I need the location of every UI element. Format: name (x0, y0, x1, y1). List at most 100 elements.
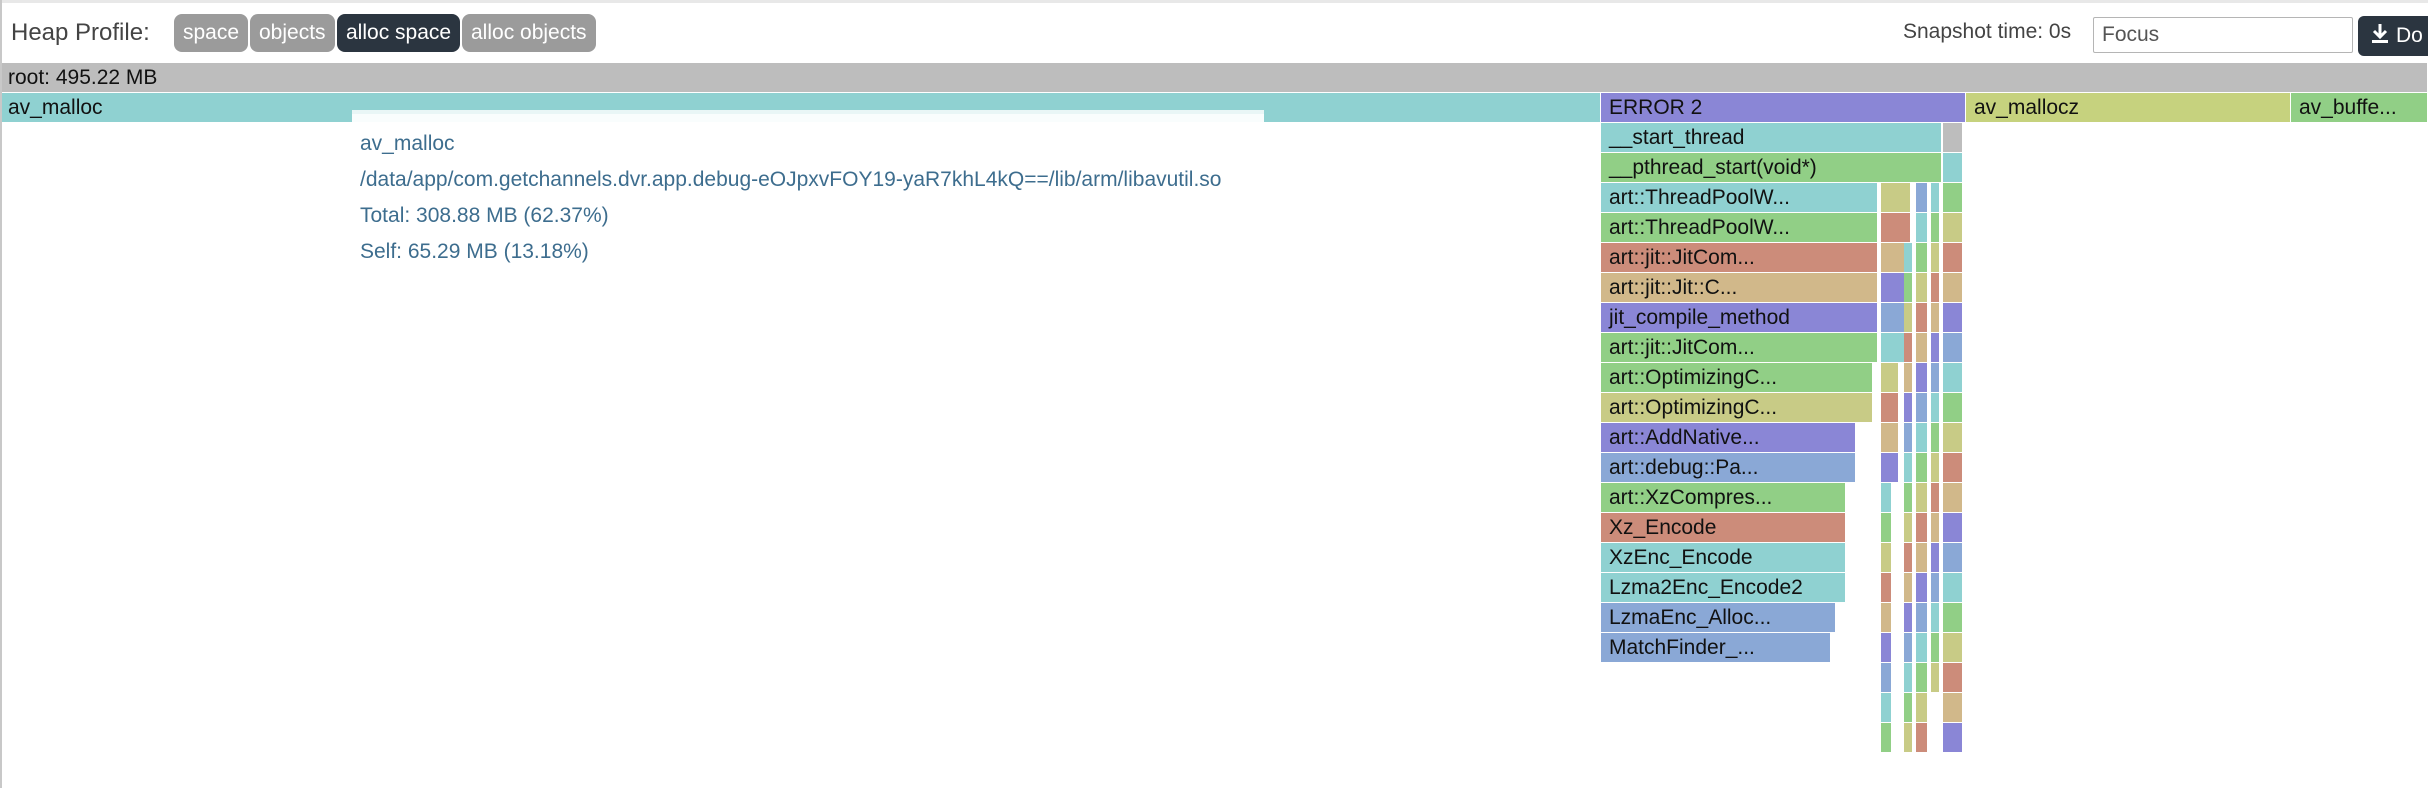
flame-frame[interactable]: art::ThreadPoolW... (1601, 183, 1878, 212)
flame-frame[interactable]: __start_thread (1601, 123, 1942, 152)
flame-frame-sliver[interactable] (1931, 333, 1940, 362)
mode-button-objects[interactable]: objects (250, 14, 335, 52)
flame-frame-sliver[interactable] (1916, 273, 1928, 302)
flame-frame[interactable]: jit_compile_method (1601, 303, 1878, 332)
flame-frame[interactable]: XzEnc_Encode (1601, 543, 1846, 572)
flame-frame-sliver[interactable] (1943, 483, 1963, 512)
flame-frame-sliver[interactable] (1881, 603, 1892, 632)
flame-frame-sliver[interactable] (1916, 573, 1928, 602)
flame-frame[interactable]: av_mallocz (1966, 93, 2291, 122)
flame-frame[interactable]: av_buffe... (2291, 93, 2428, 122)
flame-frame-sliver[interactable] (1931, 243, 1940, 272)
flame-frame-sliver[interactable] (1881, 183, 1911, 212)
flame-frame-sliver[interactable] (1916, 303, 1928, 332)
download-button[interactable]: Do (2358, 16, 2428, 56)
flame-frame-sliver[interactable] (1931, 633, 1940, 662)
flame-frame-sliver[interactable] (1943, 273, 1963, 302)
flame-frame-sliver[interactable] (1881, 663, 1892, 692)
flame-frame-sliver[interactable] (1904, 723, 1913, 752)
flame-frame-sliver[interactable] (1904, 423, 1913, 452)
flame-frame-sliver[interactable] (1943, 393, 1963, 422)
flame-frame-sliver[interactable] (1916, 423, 1928, 452)
flame-frame-sliver[interactable] (1943, 543, 1963, 572)
flame-frame-sliver[interactable] (1904, 453, 1913, 482)
flame-frame-sliver[interactable] (1943, 123, 1963, 152)
flame-frame-sliver[interactable] (1916, 213, 1928, 242)
flame-frame-sliver[interactable] (1916, 363, 1928, 392)
flame-frame-sliver[interactable] (1943, 363, 1963, 392)
flame-frame-sliver[interactable] (1931, 603, 1940, 632)
flame-frame-sliver[interactable] (1943, 453, 1963, 482)
flame-frame-sliver[interactable] (1881, 453, 1899, 482)
flame-frame-sliver[interactable] (1904, 273, 1913, 302)
flame-frame-sliver[interactable] (1931, 453, 1940, 482)
flame-frame-sliver[interactable] (1881, 573, 1892, 602)
flame-frame-sliver[interactable] (1931, 513, 1940, 542)
flame-frame[interactable]: LzmaEnc_Alloc... (1601, 603, 1836, 632)
flame-frame-sliver[interactable] (1943, 213, 1963, 242)
flame-frame-sliver[interactable] (1881, 393, 1899, 422)
flame-frame-sliver[interactable] (1904, 243, 1913, 272)
flame-frame[interactable]: Xz_Encode (1601, 513, 1846, 542)
flame-frame-sliver[interactable] (1931, 663, 1940, 692)
flame-frame[interactable]: art::jit::JitCom... (1601, 333, 1878, 362)
flame-frame[interactable]: ERROR 2 (1601, 93, 1966, 122)
mode-button-space[interactable]: space (174, 14, 249, 52)
flame-frame-sliver[interactable] (1904, 393, 1913, 422)
flame-frame[interactable]: art::jit::JitCom... (1601, 243, 1878, 272)
flame-frame-sliver[interactable] (1904, 573, 1913, 602)
flame-frame-sliver[interactable] (1904, 663, 1913, 692)
flame-frame-sliver[interactable] (1904, 303, 1913, 332)
flame-frame-sliver[interactable] (1943, 513, 1963, 542)
flame-frame[interactable]: art::debug::Pa... (1601, 453, 1856, 482)
flame-frame-sliver[interactable] (1881, 513, 1892, 542)
flame-frame-sliver[interactable] (1943, 603, 1963, 632)
flame-frame-sliver[interactable] (1931, 423, 1940, 452)
flame-frame-sliver[interactable] (1904, 483, 1913, 512)
flame-frame[interactable]: MatchFinder_... (1601, 633, 1831, 662)
flame-frame-sliver[interactable] (1931, 273, 1940, 302)
flame-frame-sliver[interactable] (1943, 243, 1963, 272)
mode-button-alloc-objects[interactable]: alloc objects (462, 14, 596, 52)
flame-frame-sliver[interactable] (1931, 393, 1940, 422)
flame-frame-sliver[interactable] (1931, 303, 1940, 332)
flame-frame-sliver[interactable] (1881, 723, 1892, 752)
flame-frame-sliver[interactable] (1931, 363, 1940, 392)
flame-frame-sliver[interactable] (1931, 483, 1940, 512)
flame-frame-sliver[interactable] (1943, 183, 1963, 212)
flame-frame-sliver[interactable] (1904, 333, 1913, 362)
flame-frame-sliver[interactable] (1943, 693, 1963, 722)
flame-frame-sliver[interactable] (1943, 573, 1963, 602)
flame-frame[interactable]: art::OptimizingC... (1601, 393, 1873, 422)
flame-frame-sliver[interactable] (1881, 423, 1899, 452)
flame-frame-sliver[interactable] (1931, 543, 1940, 572)
flame-frame-sliver[interactable] (1916, 513, 1928, 542)
flame-frame-sliver[interactable] (1916, 453, 1928, 482)
flame-frame-sliver[interactable] (1916, 603, 1928, 632)
flame-frame-sliver[interactable] (1931, 573, 1940, 602)
flame-frame-sliver[interactable] (1881, 543, 1892, 572)
flame-frame-sliver[interactable] (1916, 243, 1928, 272)
flame-frame[interactable]: art::AddNative... (1601, 423, 1856, 452)
flame-frame-sliver[interactable] (1904, 513, 1913, 542)
focus-input[interactable] (2093, 17, 2353, 53)
flame-frame-sliver[interactable] (1916, 183, 1928, 212)
flame-frame-sliver[interactable] (1943, 663, 1963, 692)
flame-frame-sliver[interactable] (1943, 153, 1963, 182)
flame-frame-sliver[interactable] (1943, 303, 1963, 332)
flame-frame-sliver[interactable] (1904, 693, 1913, 722)
flame-frame-sliver[interactable] (1931, 213, 1940, 242)
flame-frame-sliver[interactable] (1904, 633, 1913, 662)
flame-frame-sliver[interactable] (1904, 603, 1913, 632)
flame-frame-sliver[interactable] (1916, 663, 1928, 692)
flame-frame-sliver[interactable] (1931, 183, 1940, 212)
flame-frame-sliver[interactable] (1881, 693, 1892, 722)
flame-frame-sliver[interactable] (1916, 693, 1928, 722)
flame-frame-sliver[interactable] (1916, 633, 1928, 662)
flame-frame-sliver[interactable] (1881, 213, 1911, 242)
flame-frame-sliver[interactable] (1916, 333, 1928, 362)
flame-frame-sliver[interactable] (1916, 723, 1928, 752)
flame-frame-root[interactable]: root: 495.22 MB (0, 63, 2428, 92)
flame-frame-sliver[interactable] (1916, 393, 1928, 422)
flame-frame-sliver[interactable] (1881, 363, 1899, 392)
